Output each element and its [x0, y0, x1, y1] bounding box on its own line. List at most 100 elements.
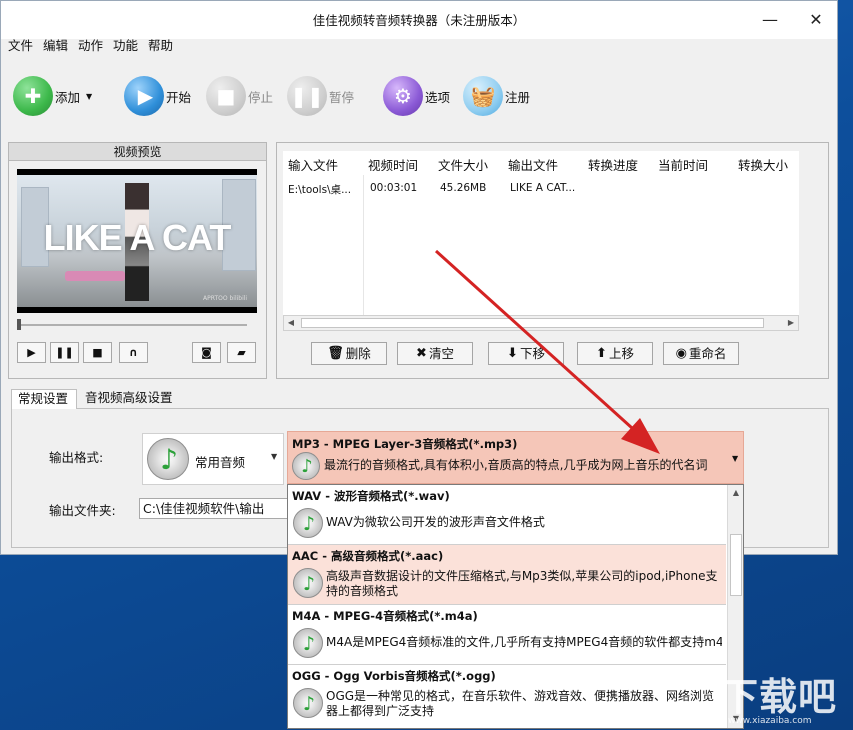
- rename-button[interactable]: ◉重命名: [663, 342, 739, 365]
- output-folder-input[interactable]: C:\佳佳视频软件\输出: [139, 498, 291, 519]
- preview-title: 视频预览: [9, 143, 266, 161]
- down-label: 下移: [520, 343, 545, 364]
- camera-icon: ◙: [201, 346, 212, 359]
- format-category-value: 常用音频: [195, 452, 245, 471]
- bench: [65, 271, 125, 281]
- music-disc-icon: ♪: [147, 438, 189, 480]
- list-item[interactable]: OGG - Ogg Vorbis音频格式(*.ogg) ♪ OGG是一种常见的格…: [288, 665, 726, 728]
- stop-button[interactable]: ■ 停止: [206, 75, 273, 117]
- col-file-size[interactable]: 文件大小: [438, 155, 503, 171]
- arrow-down-icon: ⬇: [507, 343, 518, 364]
- format-title: WAV - 波形音频格式(*.wav): [292, 488, 450, 504]
- video-preview-panel: 视频预览 LIKE A CAT APRTOO bilibili ▶ ❚❚ ■ ∩…: [8, 142, 267, 379]
- format-desc: WAV为微软公司开发的波形声音文件格式: [326, 515, 722, 530]
- cell-duration: 00:03:01: [370, 182, 435, 196]
- add-label: 添加: [55, 87, 80, 106]
- col-progress[interactable]: 转换进度: [588, 155, 653, 171]
- gear-icon: ⚙: [383, 76, 423, 116]
- table-row[interactable]: E:\tools\桌... 00:03:01 45.26MB LIKE A CA…: [283, 177, 799, 199]
- stop-icon: ■: [92, 346, 102, 359]
- video-watermark: APRTOO bilibili: [203, 295, 257, 302]
- basket-icon: 🧺: [463, 76, 503, 116]
- music-disc-icon: ♪: [293, 628, 323, 658]
- delete-label: 删除: [346, 343, 371, 364]
- play-icon: ▶: [27, 346, 35, 359]
- arrow-up-icon: ⬆: [596, 343, 607, 364]
- scroll-thumb[interactable]: [730, 534, 742, 596]
- start-button[interactable]: ▶ 开始: [124, 75, 191, 117]
- format-title: AAC - 高级音频格式(*.aac): [292, 548, 443, 564]
- pause-icon: ❚❚: [287, 76, 327, 116]
- video-frame: LIKE A CAT APRTOO bilibili: [17, 169, 257, 313]
- headphones-icon: ∩: [129, 346, 138, 359]
- options-button[interactable]: ⚙ 选项: [383, 75, 450, 117]
- clear-button[interactable]: ✖清空: [397, 342, 473, 365]
- seek-thumb[interactable]: [17, 319, 21, 330]
- stop-button-small[interactable]: ■: [83, 342, 112, 363]
- pause-button[interactable]: ❚❚ 暂停: [287, 75, 354, 117]
- plus-icon: ✚: [13, 76, 53, 116]
- music-disc-icon: ♪: [293, 508, 323, 538]
- list-item[interactable]: WAV - 波形音频格式(*.wav) ♪ WAV为微软公司开发的波形声音文件格…: [288, 485, 726, 545]
- format-category-select[interactable]: ♪ 常用音频 ▼: [142, 433, 284, 485]
- col-converted-size[interactable]: 转换大小: [738, 155, 799, 171]
- col-output-file[interactable]: 输出文件: [508, 155, 583, 171]
- output-folder-label: 输出文件夹:: [49, 500, 116, 519]
- scroll-up-icon[interactable]: ▲: [729, 486, 743, 500]
- pause-button-small[interactable]: ❚❚: [50, 342, 79, 363]
- format-title: MP3 - MPEG Layer-3音频格式(*.mp3): [292, 436, 517, 452]
- move-up-button[interactable]: ⬆上移: [577, 342, 653, 365]
- snapshot-button[interactable]: ◙: [192, 342, 221, 363]
- add-button[interactable]: ✚ 添加 ▼: [13, 75, 92, 117]
- format-dropdown-list: WAV - 波形音频格式(*.wav) ♪ WAV为微软公司开发的波形声音文件格…: [287, 484, 744, 729]
- site-watermark-text: 下载吧: [720, 666, 837, 721]
- audio-button[interactable]: ∩: [119, 342, 148, 363]
- music-disc-icon: ♪: [293, 568, 323, 598]
- horizontal-scrollbar[interactable]: ◀ ▶: [283, 315, 799, 331]
- list-item[interactable]: M4A - MPEG-4音频格式(*.m4a) ♪ M4A是MPEG4音频标准的…: [288, 605, 726, 665]
- output-format-label: 输出格式:: [49, 447, 103, 466]
- menu-file[interactable]: 文件: [8, 39, 33, 59]
- delete-button[interactable]: 🗑删除: [311, 342, 387, 365]
- video-text: LIKE A CAT: [17, 217, 257, 259]
- close-button[interactable]: ✕: [793, 1, 839, 39]
- window-title: 佳佳视频转音频转换器（未注册版本）: [1, 1, 837, 41]
- scroll-left-icon[interactable]: ◀: [284, 316, 298, 330]
- clear-label: 清空: [429, 343, 454, 364]
- col-video-time[interactable]: 视频时间: [368, 155, 433, 171]
- format-title: M4A - MPEG-4音频格式(*.m4a): [292, 608, 478, 624]
- site-watermark-url: www.xiazaiba.com: [728, 716, 812, 726]
- chevron-down-icon: ▼: [732, 454, 738, 463]
- minimize-button[interactable]: —: [747, 1, 793, 39]
- format-desc: M4A是MPEG4音频标准的文件,几乎所有支持MPEG4音频的软件都支持m4a音…: [326, 635, 722, 650]
- scroll-thumb[interactable]: [301, 318, 764, 328]
- cell-input: E:\tools\桌...: [288, 182, 360, 196]
- format-desc: 最流行的音频格式,具有体积小,音质高的特点,几乎成为网上音乐的代名词: [324, 458, 719, 473]
- options-label: 选项: [425, 87, 450, 106]
- menu-edit[interactable]: 编辑: [43, 39, 68, 59]
- file-list-panel: 输入文件 视频时间 文件大小 输出文件 转换进度 当前时间 转换大小 E:\to…: [276, 142, 829, 379]
- title-bar: 佳佳视频转音频转换器（未注册版本） — ✕: [1, 1, 837, 39]
- pause-label: 暂停: [329, 87, 354, 106]
- open-folder-button[interactable]: ▰: [227, 342, 256, 363]
- tab-advanced[interactable]: 音视频高级设置: [79, 389, 179, 409]
- list-item[interactable]: AAC - 高级音频格式(*.aac) ♪ 高级声音数据设计的文件压缩格式,与M…: [288, 545, 726, 605]
- pause-icon: ❚❚: [55, 346, 73, 359]
- move-down-button[interactable]: ⬇下移: [488, 342, 564, 365]
- music-disc-icon: ♪: [293, 688, 323, 718]
- menu-action[interactable]: 动作: [78, 39, 103, 59]
- menu-function[interactable]: 功能: [113, 39, 138, 59]
- menu-help[interactable]: 帮助: [148, 39, 173, 59]
- format-select[interactable]: MP3 - MPEG Layer-3音频格式(*.mp3) ♪ 最流行的音频格式…: [287, 431, 744, 484]
- tab-general[interactable]: 常规设置: [11, 389, 77, 409]
- scroll-right-icon[interactable]: ▶: [784, 316, 798, 330]
- play-button[interactable]: ▶: [17, 342, 46, 363]
- seek-bar[interactable]: [17, 324, 247, 326]
- register-button[interactable]: 🧺 注册: [463, 75, 530, 117]
- format-desc: OGG是一种常见的格式，在音乐软件、游戏音效、便携播放器、网络浏览器上都得到广泛…: [326, 689, 722, 719]
- cell-output: LIKE A CAT...: [510, 182, 585, 196]
- col-input-file[interactable]: 输入文件: [288, 155, 363, 171]
- col-current-time[interactable]: 当前时间: [658, 155, 733, 171]
- start-label: 开始: [166, 87, 191, 106]
- chevron-down-icon[interactable]: ▼: [86, 92, 92, 101]
